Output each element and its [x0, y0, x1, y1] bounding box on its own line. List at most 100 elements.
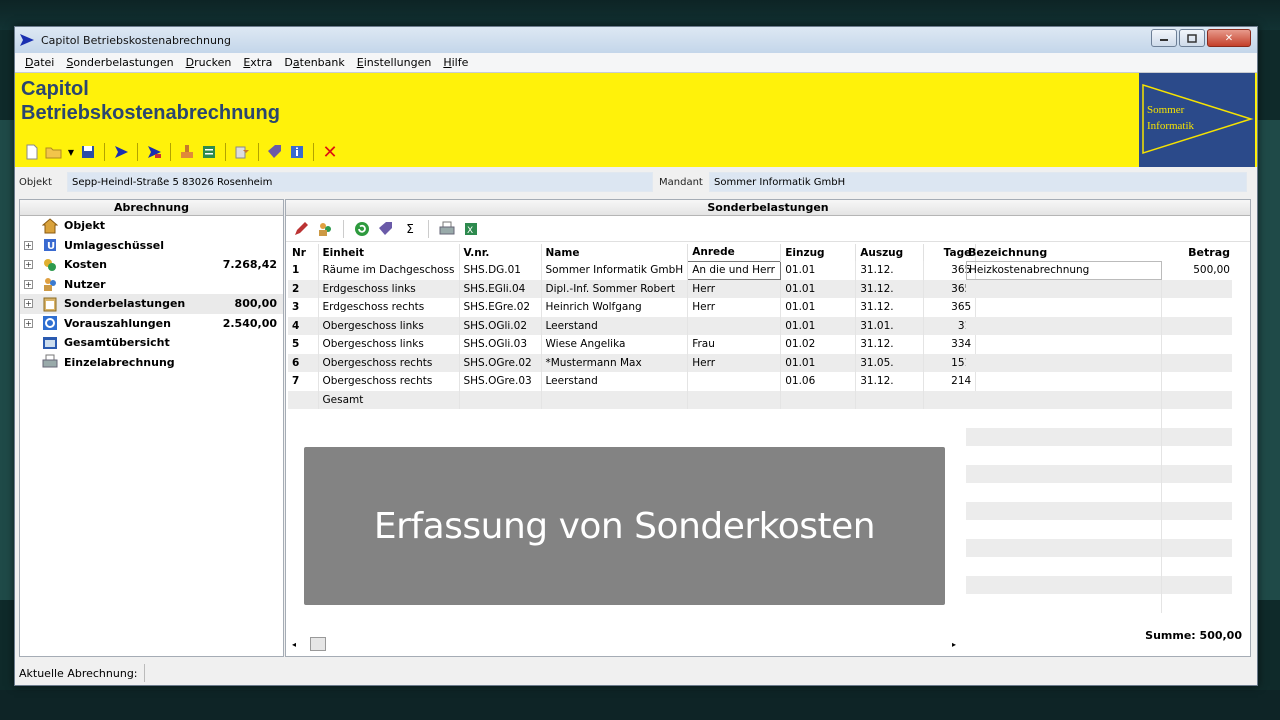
side-grid-row[interactable] — [966, 501, 1232, 520]
cell-anrede[interactable]: Herr — [687, 279, 782, 298]
side-grid-row[interactable] — [966, 520, 1232, 539]
cell-auszug[interactable]: 31.01. — [855, 316, 925, 335]
cell-auszug[interactable]: 31.05. — [855, 353, 925, 372]
cell-anrede[interactable] — [687, 372, 782, 391]
cell-name[interactable]: Leerstand — [541, 316, 689, 335]
menu-datei[interactable]: Datei — [19, 56, 60, 69]
maximize-button[interactable] — [1179, 29, 1205, 47]
excel-export-icon[interactable]: X — [462, 220, 480, 238]
side-grid-row[interactable] — [966, 446, 1232, 465]
cell-einheit[interactable]: Räume im Dachgeschoss — [318, 261, 460, 280]
open-folder-icon[interactable] — [45, 143, 63, 161]
cell-einheit[interactable]: Obergeschoss links — [318, 335, 460, 354]
side-grid-row[interactable] — [966, 372, 1232, 391]
tree-item-vorauszahlungen[interactable]: + Vorauszahlungen 2.540,00 — [20, 314, 283, 334]
side-grid-row[interactable] — [966, 464, 1232, 483]
col-nr[interactable]: Nr — [288, 244, 319, 261]
cell-name[interactable]: Leerstand — [541, 372, 689, 391]
cell-auszug[interactable]: 31.12. — [855, 298, 925, 317]
col-name[interactable]: Name — [541, 244, 689, 261]
side-grid-row[interactable] — [966, 279, 1232, 298]
print-icon[interactable] — [438, 220, 456, 238]
col-vnr[interactable]: V.nr. — [459, 244, 542, 261]
users-icon[interactable] — [316, 220, 334, 238]
side-grid-row[interactable] — [966, 538, 1232, 557]
side-grid-row[interactable] — [966, 427, 1232, 446]
scroll-left-icon[interactable]: ◂ — [292, 640, 296, 649]
cell-vnr[interactable]: SHS.EGli.04 — [459, 279, 542, 298]
expand-icon[interactable]: + — [24, 318, 33, 328]
cell-name[interactable]: Dipl.-Inf. Sommer Robert — [541, 279, 689, 298]
cell-betrag[interactable]: 500,00 — [1162, 264, 1232, 276]
title-bar[interactable]: Capitol Betriebskostenabrechnung ✕ — [15, 27, 1257, 53]
info-icon[interactable] — [288, 143, 306, 161]
cell-anrede-editing[interactable]: An die und Herr — [687, 260, 782, 280]
cell-name[interactable]: Heinrich Wolfgang — [541, 298, 689, 317]
cell-anrede[interactable]: Frau — [687, 335, 782, 354]
close-button[interactable]: ✕ — [1207, 29, 1251, 47]
sum-icon[interactable]: Σ — [401, 220, 419, 238]
cell-vnr[interactable]: SHS.OGre.02 — [459, 353, 542, 372]
side-grid-row[interactable] — [966, 594, 1232, 613]
cell-anrede[interactable] — [687, 316, 782, 335]
menu-drucken[interactable]: Drucken — [180, 56, 238, 69]
side-grid-row[interactable] — [966, 298, 1232, 317]
table-row[interactable]: 3 Erdgeschoss rechts SHS.EGre.02 Heinric… — [288, 298, 977, 317]
stamp-icon[interactable] — [178, 143, 196, 161]
minimize-button[interactable] — [1151, 29, 1177, 47]
side-grid-row[interactable] — [966, 557, 1232, 576]
table-row[interactable]: 2 Erdgeschoss links SHS.EGli.04 Dipl.-In… — [288, 279, 977, 298]
expand-icon[interactable]: + — [24, 299, 33, 309]
cell-anrede[interactable]: Herr — [687, 353, 782, 372]
refresh-icon[interactable] — [353, 220, 371, 238]
cell-name[interactable]: Wiese Angelika — [541, 335, 689, 354]
table-row[interactable]: 4 Obergeschoss links SHS.OGli.02 Leersta… — [288, 316, 977, 335]
cell-auszug[interactable]: 31.12. — [855, 261, 925, 280]
cell-einzug[interactable]: 01.02 — [780, 335, 857, 354]
cell-einheit[interactable]: Erdgeschoss links — [318, 279, 460, 298]
col-anrede[interactable]: Anrede — [687, 244, 782, 261]
menu-extra[interactable]: Extra — [237, 56, 278, 69]
scroll-thumb[interactable] — [310, 637, 327, 651]
cell-einheit[interactable]: Obergeschoss links — [318, 316, 460, 335]
side-grid-row[interactable] — [966, 483, 1232, 502]
side-grid-row[interactable] — [966, 316, 1232, 335]
tree-item-sonderbelastungen[interactable]: + Sonderbelastungen 800,00 — [20, 294, 283, 314]
play-icon[interactable] — [112, 143, 130, 161]
expand-icon[interactable]: + — [24, 279, 33, 289]
expand-icon[interactable]: + — [24, 240, 33, 250]
col-betrag[interactable]: Betrag — [1162, 246, 1232, 259]
cell-einzug[interactable]: 01.01 — [780, 316, 857, 335]
mandant-field[interactable]: Sommer Informatik GmbH — [709, 172, 1247, 192]
cell-einzug[interactable]: 01.01 — [780, 353, 857, 372]
scroll-right-icon[interactable]: ▸ — [952, 640, 956, 649]
col-bezeichnung[interactable]: Bezeichnung — [966, 244, 1162, 261]
col-einzug[interactable]: Einzug — [780, 244, 857, 261]
tag-icon[interactable] — [377, 220, 395, 238]
tree-item-umlageschuessel[interactable]: + U Umlageschüssel — [20, 236, 283, 256]
cell-einheit[interactable]: Obergeschoss rechts — [318, 353, 460, 372]
tag-icon[interactable] — [266, 143, 284, 161]
cell-bezeichnung[interactable]: Heizkostenabrechnung — [966, 261, 1162, 280]
col-auszug[interactable]: Auszug — [855, 244, 925, 261]
edit-pencil-icon[interactable] — [292, 220, 310, 238]
tree-item-gesamtuebersicht[interactable]: Gesamtübersicht — [20, 333, 283, 353]
export-icon[interactable] — [233, 143, 251, 161]
cell-name[interactable]: *Mustermann Max — [541, 353, 689, 372]
cell-auszug[interactable]: 31.12. — [855, 372, 925, 391]
side-grid-row[interactable]: Heizkostenabrechnung 500,00 — [966, 261, 1232, 280]
save-icon[interactable] — [79, 143, 97, 161]
cell-vnr[interactable]: SHS.EGre.02 — [459, 298, 542, 317]
side-grid-row[interactable] — [966, 353, 1232, 372]
dropdown-arrow-icon[interactable]: ▼ — [67, 143, 75, 161]
cell-einzug[interactable]: 01.01 — [780, 261, 857, 280]
objekt-field[interactable]: Sepp-Heindl-Straße 5 83026 Rosenheim — [67, 172, 653, 192]
cell-vnr[interactable]: SHS.DG.01 — [459, 261, 542, 280]
delete-icon[interactable]: ✕ — [321, 142, 339, 163]
horizontal-scrollbar[interactable]: ◂ ▸ — [288, 636, 960, 652]
tree-item-nutzer[interactable]: + Nutzer — [20, 275, 283, 295]
side-grid-row[interactable] — [966, 409, 1232, 428]
tree-item-einzelabrechnung[interactable]: Einzelabrechnung — [20, 353, 283, 373]
menu-datenbank[interactable]: Datenbank — [278, 56, 350, 69]
cell-auszug[interactable]: 31.12. — [855, 279, 925, 298]
